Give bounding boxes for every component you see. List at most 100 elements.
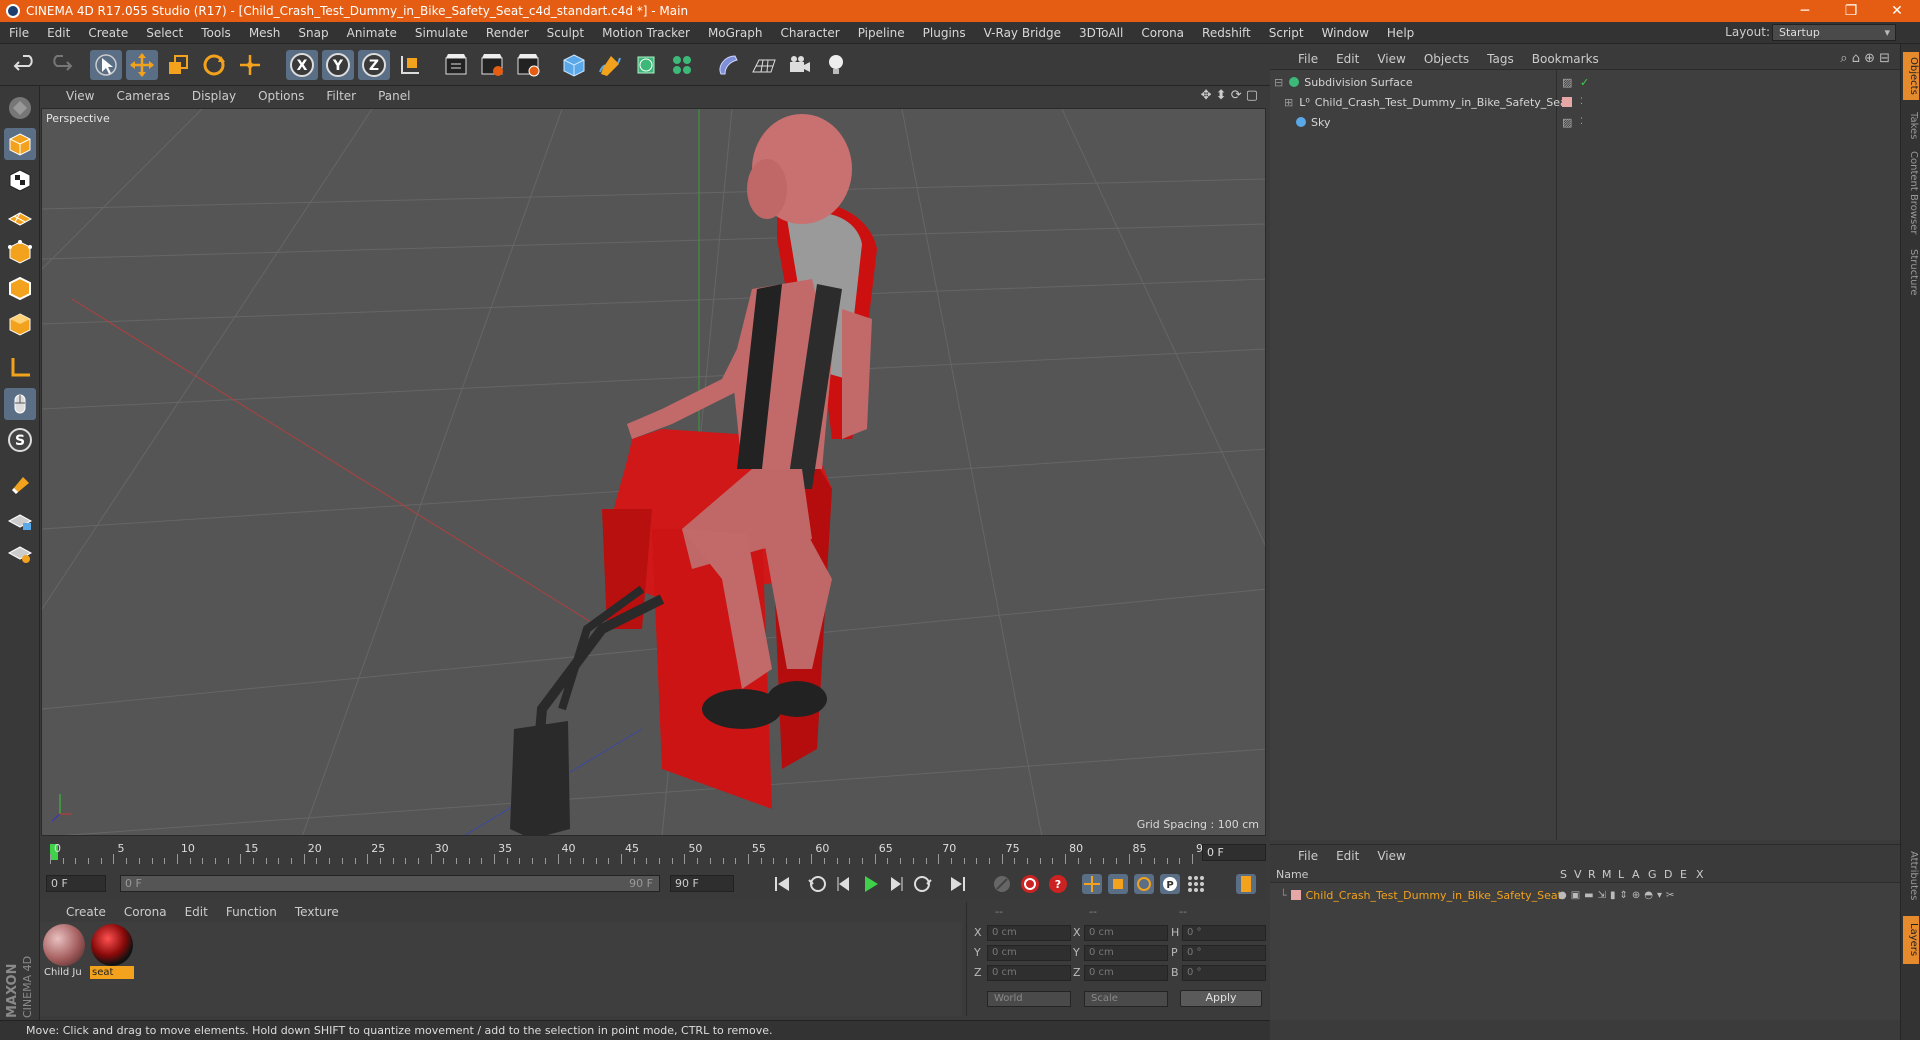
- om-search-home-icons[interactable]: ⌕ ⌂ ⊕ ⊟: [1840, 51, 1890, 66]
- position-y-field[interactable]: 0 cm: [987, 945, 1071, 961]
- minimize-button[interactable]: ─: [1782, 0, 1828, 22]
- redo-icon[interactable]: [44, 50, 76, 80]
- points-mode-icon[interactable]: [4, 236, 36, 268]
- solo-mode-icon[interactable]: S: [4, 424, 36, 456]
- layer-menu-view[interactable]: View: [1368, 849, 1414, 863]
- menu-snap[interactable]: Snap: [289, 26, 337, 40]
- viewport-menu-cameras[interactable]: Cameras: [105, 89, 180, 103]
- y-axis-lock-icon[interactable]: Y: [322, 50, 354, 80]
- tab-layers[interactable]: Layers: [1903, 916, 1919, 964]
- menu-corona[interactable]: Corona: [1132, 26, 1193, 40]
- transform-tool-icon[interactable]: [234, 50, 266, 80]
- viewport-navigation-icons[interactable]: ✥ ⬍ ⟳ ▢: [1201, 88, 1258, 103]
- om-menu-tags[interactable]: Tags: [1478, 52, 1523, 66]
- key-parameter-icon[interactable]: P: [1158, 873, 1182, 895]
- position-z-field[interactable]: 0 cm: [987, 965, 1071, 981]
- timeline-window-icon[interactable]: [1234, 873, 1258, 895]
- material-menu-corona[interactable]: Corona: [115, 905, 176, 919]
- next-key-icon[interactable]: [910, 873, 934, 895]
- tab-attributes[interactable]: Attributes: [1903, 844, 1919, 908]
- viewport-menu-display[interactable]: Display: [181, 89, 247, 103]
- position-x-field[interactable]: 0 cm: [987, 925, 1071, 941]
- rotation-p-field[interactable]: 0 °: [1182, 945, 1266, 961]
- menu-mograph[interactable]: MoGraph: [699, 26, 772, 40]
- size-x-field[interactable]: 0 cm: [1084, 925, 1168, 941]
- workplane-mode-icon[interactable]: [4, 200, 36, 232]
- layer-col-animation[interactable]: A: [1632, 868, 1640, 881]
- current-frame-field[interactable]: 0 F: [1202, 844, 1266, 861]
- menu-tools[interactable]: Tools: [192, 26, 240, 40]
- go-to-start-icon[interactable]: [770, 873, 794, 895]
- material-menu-function[interactable]: Function: [217, 905, 286, 919]
- planar-workplane-icon[interactable]: [4, 536, 36, 568]
- tab-structure[interactable]: Structure: [1903, 242, 1919, 302]
- menu-pipeline[interactable]: Pipeline: [849, 26, 914, 40]
- edges-mode-icon[interactable]: [4, 272, 36, 304]
- rotation-b-field[interactable]: 0 °: [1182, 965, 1266, 981]
- go-to-end-icon[interactable]: [946, 873, 970, 895]
- material-menu-create[interactable]: Create: [40, 905, 115, 919]
- tab-content-browser[interactable]: Content Browser: [1903, 150, 1919, 236]
- menu-redshift[interactable]: Redshift: [1193, 26, 1260, 40]
- layer-col-render[interactable]: R: [1588, 868, 1596, 881]
- render-view-icon[interactable]: [440, 50, 472, 80]
- texture-mode-icon[interactable]: [4, 164, 36, 196]
- menu-motion-tracker[interactable]: Motion Tracker: [593, 26, 699, 40]
- end-frame-field[interactable]: 90 F: [670, 875, 734, 892]
- autokeying-icon[interactable]: ?: [1046, 873, 1070, 895]
- visibility-toggle-icon[interactable]: ▨: [1562, 116, 1572, 129]
- size-y-field[interactable]: 0 cm: [1084, 945, 1168, 961]
- viewport-menu-options[interactable]: Options: [247, 89, 315, 103]
- menu-edit[interactable]: Edit: [38, 26, 79, 40]
- layer-col-xref[interactable]: X: [1696, 868, 1704, 881]
- maximize-button[interactable]: ❐: [1828, 0, 1874, 22]
- layer-col-manager[interactable]: M: [1602, 868, 1612, 881]
- menu-mesh[interactable]: Mesh: [240, 26, 290, 40]
- viewport-menu-panel[interactable]: Panel: [367, 89, 421, 103]
- key-position-icon[interactable]: [1080, 873, 1104, 895]
- layer-menu-edit[interactable]: Edit: [1327, 849, 1368, 863]
- menu-create[interactable]: Create: [79, 26, 137, 40]
- om-menu-view[interactable]: View: [1368, 52, 1414, 66]
- layer-col-name[interactable]: Name: [1276, 868, 1308, 881]
- record-active-objects-icon[interactable]: [1018, 873, 1042, 895]
- z-axis-lock-icon[interactable]: Z: [358, 50, 390, 80]
- render-to-picture-viewer-icon[interactable]: [476, 50, 508, 80]
- menu-help[interactable]: Help: [1378, 26, 1423, 40]
- object-row[interactable]: Sky ▨ ⁚: [1270, 112, 1900, 132]
- pen-spline-icon[interactable]: [594, 50, 626, 80]
- key-scale-icon[interactable]: [1106, 873, 1130, 895]
- camera-icon[interactable]: [784, 50, 816, 80]
- visibility-toggle-icon[interactable]: ▨: [1562, 76, 1572, 89]
- deformer-icon[interactable]: [712, 50, 744, 80]
- layout-dropdown[interactable]: Startup: [1772, 24, 1896, 41]
- object-row[interactable]: ⊞ L⁰ Child_Crash_Test_Dummy_in_Bike_Safe…: [1270, 92, 1900, 112]
- snap-magnet-icon[interactable]: [4, 468, 36, 500]
- rotate-tool-icon[interactable]: [198, 50, 230, 80]
- apply-button[interactable]: Apply: [1180, 990, 1262, 1007]
- rotation-h-field[interactable]: 0 °: [1182, 925, 1266, 941]
- size-mode-dropdown[interactable]: Scale: [1084, 991, 1168, 1007]
- viewport-menu-filter[interactable]: Filter: [315, 89, 367, 103]
- frame-ruler[interactable]: 051015202530354045505560657075808590: [50, 842, 1210, 864]
- size-z-field[interactable]: 0 cm: [1084, 965, 1168, 981]
- axis-mode-icon[interactable]: [4, 352, 36, 384]
- scale-tool-icon[interactable]: [162, 50, 194, 80]
- play-icon[interactable]: [858, 873, 882, 895]
- model-mode-icon[interactable]: [4, 128, 36, 160]
- menu-simulate[interactable]: Simulate: [406, 26, 477, 40]
- menu-select[interactable]: Select: [137, 26, 192, 40]
- om-menu-file[interactable]: File: [1270, 52, 1327, 66]
- menu-character[interactable]: Character: [771, 26, 848, 40]
- enabled-check-icon[interactable]: ✓: [1580, 76, 1589, 89]
- om-menu-objects[interactable]: Objects: [1415, 52, 1478, 66]
- expand-toggle-icon[interactable]: ⊞: [1284, 96, 1293, 109]
- previous-key-icon[interactable]: [806, 873, 830, 895]
- subdivision-surface-icon[interactable]: [630, 50, 662, 80]
- coordinate-system-icon[interactable]: [394, 50, 426, 80]
- perspective-viewport[interactable]: Perspective Grid Spacing : 100 cm: [41, 108, 1266, 836]
- visibility-dots-icon[interactable]: ⁚: [1580, 117, 1583, 127]
- menu-script[interactable]: Script: [1260, 26, 1313, 40]
- menu-sculpt[interactable]: Sculpt: [538, 26, 593, 40]
- layer-col-solo[interactable]: S: [1560, 868, 1567, 881]
